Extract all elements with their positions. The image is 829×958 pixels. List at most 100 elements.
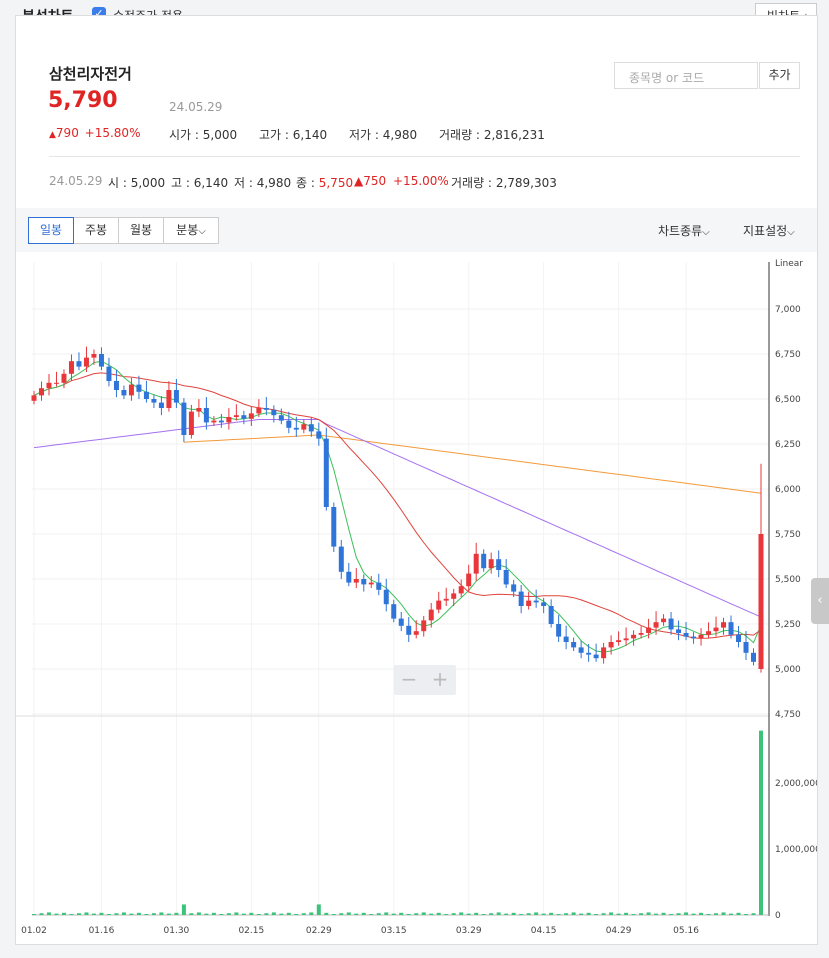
- volume-bar: [241, 913, 246, 915]
- candle-body: [323, 438, 329, 507]
- date-tick-label: 03.15: [381, 926, 407, 936]
- volume-bar: [376, 913, 381, 915]
- candle-body: [721, 622, 727, 628]
- candle-body: [301, 424, 307, 430]
- candle-body: [361, 579, 367, 585]
- candle-body: [623, 638, 629, 641]
- volume-bar: [339, 913, 344, 915]
- volume-bar: [264, 913, 269, 915]
- candle-body: [653, 622, 659, 628]
- candle-body: [271, 409, 277, 416]
- candle-body: [233, 415, 239, 417]
- volume-bar: [436, 912, 441, 915]
- date-tick-label: 01.02: [21, 926, 47, 936]
- candle-body: [676, 629, 682, 633]
- price-tick-label: 5,000: [775, 665, 801, 675]
- volume-bar: [594, 914, 599, 915]
- price-tick-label: 6,250: [775, 440, 801, 450]
- candle-body: [286, 420, 292, 428]
- zoom-out-button[interactable]: −: [394, 667, 424, 691]
- volume-bar: [519, 914, 524, 915]
- candle-body: [203, 408, 209, 423]
- volume-bar: [414, 913, 419, 915]
- candle-body: [758, 534, 764, 669]
- volume-bar: [751, 913, 756, 915]
- date-tick-label: 04.15: [531, 926, 557, 936]
- candle-body: [481, 553, 487, 569]
- volume-bar: [271, 912, 276, 915]
- candle-body: [436, 600, 442, 610]
- candle-body: [451, 593, 457, 599]
- candle-body: [383, 589, 389, 605]
- volume-bar: [346, 912, 351, 915]
- volume-bar: [331, 914, 336, 915]
- candle-body: [263, 408, 269, 410]
- volume-bar: [54, 913, 59, 915]
- candle-body: [458, 586, 464, 594]
- volume-bar: [609, 912, 614, 915]
- volume-bar: [481, 914, 486, 915]
- price-tick-label: 5,500: [775, 575, 801, 585]
- volume-bar: [219, 914, 224, 915]
- date-tick-label: 01.16: [89, 926, 115, 936]
- date-tick-label: 05.16: [673, 926, 699, 936]
- volume-bar: [234, 912, 239, 915]
- candle-body: [256, 408, 262, 414]
- volume-bar: [616, 913, 621, 915]
- price-tick-label: 6,750: [775, 350, 801, 360]
- candle-body: [143, 391, 149, 399]
- volume-bar: [129, 913, 134, 915]
- candle-body: [571, 642, 577, 648]
- date-tick-label: 02.15: [238, 926, 264, 936]
- volume-bar: [579, 913, 584, 915]
- volume-bar: [61, 912, 66, 915]
- candle-body: [518, 591, 524, 606]
- zoom-in-button[interactable]: +: [425, 667, 455, 691]
- volume-bar: [556, 914, 561, 915]
- candle-body: [346, 571, 352, 583]
- candle-body: [601, 647, 607, 659]
- volume-bar: [474, 912, 479, 915]
- candle-body: [53, 382, 59, 384]
- candle-body: [226, 417, 232, 423]
- candle-body: [68, 361, 74, 374]
- volume-bar: [136, 912, 141, 915]
- candle-body: [526, 600, 532, 606]
- price-tick-label: 6,000: [775, 485, 801, 495]
- candle-body: [151, 399, 157, 403]
- volume-bar: [384, 912, 389, 915]
- candle-body: [398, 618, 404, 626]
- volume-bar: [639, 913, 644, 915]
- volume-bar: [301, 913, 306, 915]
- candle-body: [61, 373, 67, 383]
- volume-bar: [174, 912, 179, 915]
- candle-body: [661, 618, 667, 623]
- volume-bar: [279, 913, 284, 915]
- volume-bar: [459, 912, 464, 915]
- volume-bar: [32, 914, 36, 915]
- price-chart[interactable]: Linear 7,000 6,750 6,500 6,250 6,000 5,750 5,50…: [16, 16, 817, 944]
- side-panel-toggle[interactable]: ‹: [811, 578, 829, 624]
- candle-body: [563, 636, 569, 642]
- candle-body: [98, 354, 104, 367]
- volume-bar: [541, 913, 546, 915]
- volume-bar: [204, 913, 209, 915]
- candle-body: [578, 647, 584, 653]
- chart-panel: 삼천리자전거 5,790 24.05.29 ▲790 +15.80% 시가 : …: [15, 15, 818, 945]
- volume-bar: [226, 913, 231, 915]
- candle-body: [511, 584, 517, 592]
- candle-body: [713, 627, 719, 632]
- volume-bar: [151, 913, 156, 915]
- candle-body: [158, 402, 164, 408]
- price-tick-label: 4,750: [775, 710, 801, 720]
- volume-bar: [496, 912, 501, 915]
- volume-bar: [189, 913, 194, 915]
- volume-bar: [721, 912, 726, 915]
- volume-bar: [256, 914, 261, 915]
- candle-body: [248, 413, 254, 419]
- candle-body: [91, 354, 97, 358]
- volume-tick-label: 1,000,000: [775, 845, 817, 855]
- candle-body: [691, 636, 697, 639]
- volume-bar: [729, 913, 734, 915]
- volume-bar: [391, 913, 396, 915]
